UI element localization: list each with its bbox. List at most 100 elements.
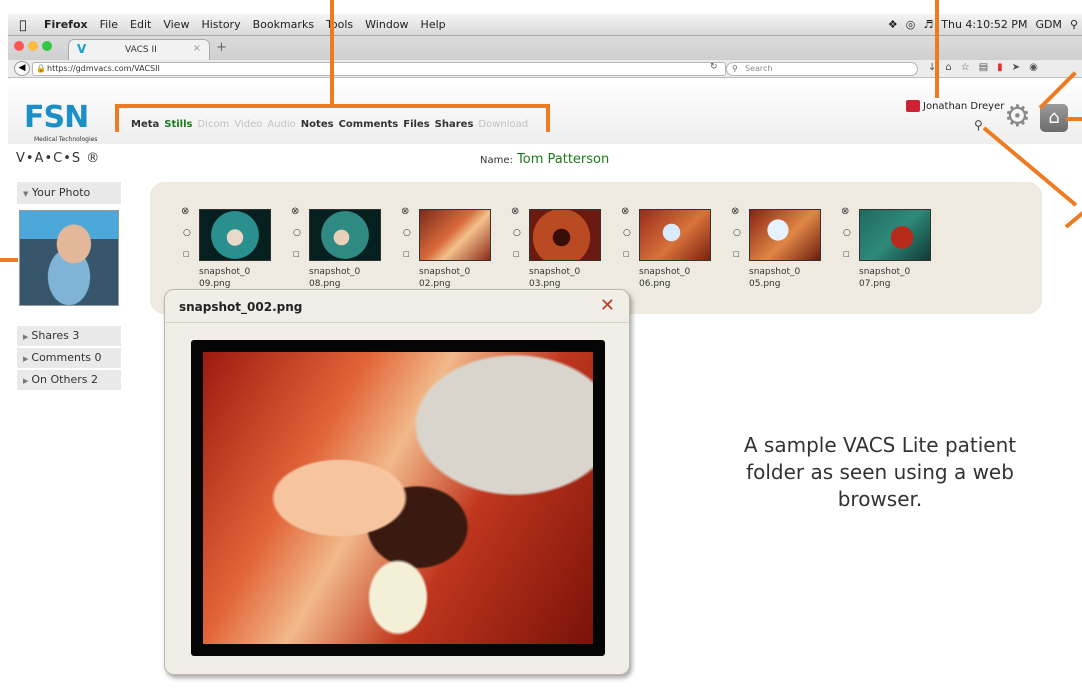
wifi-icon[interactable]: ◎ <box>906 18 916 31</box>
reload-icon[interactable]: ↻ <box>710 62 718 72</box>
select-radio-icon[interactable]: ○ <box>843 228 851 238</box>
callout-line <box>1066 117 1082 121</box>
delete-icon[interactable]: ⊗ <box>731 206 739 217</box>
bookmarks-icon[interactable]: ▤ <box>979 62 988 73</box>
thumbnail-image[interactable] <box>639 209 711 261</box>
menubar-user[interactable]: GDM <box>1035 18 1062 31</box>
delete-icon[interactable]: ⊗ <box>511 206 519 217</box>
minimize-window-icon[interactable] <box>28 41 38 51</box>
menu-help[interactable]: Help <box>415 18 452 31</box>
delete-icon[interactable]: ⊗ <box>181 206 189 217</box>
select-radio-icon[interactable]: ○ <box>293 228 301 238</box>
delete-icon[interactable]: ⊗ <box>621 206 629 217</box>
select-radio-icon[interactable]: ○ <box>623 228 631 238</box>
new-tab-icon[interactable]: + <box>216 40 227 55</box>
send-icon[interactable]: ➤ <box>1012 62 1020 73</box>
chevron-right-icon: ▶ <box>23 355 29 363</box>
menu-app[interactable]: Firefox <box>38 18 94 31</box>
select-checkbox-icon[interactable]: □ <box>403 250 410 258</box>
thumbnail-image[interactable] <box>749 209 821 261</box>
tab-meta[interactable]: Meta <box>131 119 159 137</box>
thumbnail-image[interactable] <box>309 209 381 261</box>
clock[interactable]: Thu 4:10:52 PM <box>941 18 1027 31</box>
close-tab-icon[interactable]: × <box>193 43 201 54</box>
select-checkbox-icon[interactable]: □ <box>513 250 520 258</box>
apple-icon[interactable]:  <box>8 18 38 32</box>
toolbar-icons: ↓ ⌂ ☆ ▤ ▮ ➤ ◉ <box>928 62 1038 73</box>
pocket-icon[interactable]: ▮ <box>997 62 1003 73</box>
sidebar-item-on-others[interactable]: ▶ On Others 2 <box>17 370 121 390</box>
menu-window[interactable]: Window <box>359 18 414 31</box>
close-window-icon[interactable] <box>14 41 24 51</box>
user-area[interactable]: Jonathan Dreyer <box>906 100 1004 112</box>
home-icon[interactable]: ⌂ <box>1040 104 1068 132</box>
select-checkbox-icon[interactable]: □ <box>843 250 850 258</box>
thumbnail-image[interactable] <box>529 209 601 261</box>
thumbnail[interactable]: ⊗ ○ □ snapshot_0 03.png <box>511 206 611 289</box>
menu-tools[interactable]: Tools <box>320 18 359 31</box>
zoom-window-icon[interactable] <box>42 41 52 51</box>
menu-bookmarks[interactable]: Bookmarks <box>247 18 320 31</box>
callout-line <box>935 0 939 98</box>
menu-edit[interactable]: Edit <box>124 18 157 31</box>
star-icon[interactable]: ☆ <box>961 62 970 73</box>
tab-comments[interactable]: Comments <box>339 119 399 137</box>
preview-image <box>203 352 593 644</box>
thumbnail-name: snapshot_0 09.png <box>199 267 251 289</box>
delete-icon[interactable]: ⊗ <box>401 206 409 217</box>
thumbnail-image[interactable] <box>199 209 271 261</box>
delete-icon[interactable]: ⊗ <box>291 206 299 217</box>
your-photo-header[interactable]: ▼ Your Photo <box>17 182 121 204</box>
select-checkbox-icon[interactable]: □ <box>733 250 740 258</box>
preview-image-frame <box>191 340 605 656</box>
app-tabs: Meta Stills Dicom Video Audio Notes Comm… <box>131 119 528 137</box>
thumbnail[interactable]: ⊗ ○ □ snapshot_0 09.png <box>181 206 281 289</box>
volume-icon[interactable]: ♬ <box>923 18 933 31</box>
delete-icon[interactable]: ⊗ <box>841 206 849 217</box>
vacs-favicon-icon: V <box>77 42 87 56</box>
menu-history[interactable]: History <box>195 18 246 31</box>
screenshot-frame:  Firefox File Edit View History Bookmar… <box>0 0 1082 690</box>
sidebar-item-comments[interactable]: ▶ Comments 0 <box>17 348 121 368</box>
user-name: Jonathan Dreyer <box>923 101 1005 112</box>
select-checkbox-icon[interactable]: □ <box>623 250 630 258</box>
browser-tab[interactable]: V VACS II × <box>68 39 210 60</box>
menu-file[interactable]: File <box>94 18 124 31</box>
sidebar-item-shares[interactable]: ▶ Shares 3 <box>17 326 121 346</box>
tab-files[interactable]: Files <box>403 119 429 137</box>
chat-icon[interactable]: ◉ <box>1029 62 1038 73</box>
back-arrow-icon[interactable]: ◀ <box>14 61 30 76</box>
select-radio-icon[interactable]: ○ <box>183 228 191 238</box>
thumbnail[interactable]: ⊗ ○ □ snapshot_0 05.png <box>731 206 831 289</box>
patient-name-value: Tom Patterson <box>517 152 610 167</box>
menu-view[interactable]: View <box>157 18 195 31</box>
spotlight-icon[interactable]: ⚲ <box>1070 18 1078 31</box>
thumbnail[interactable]: ⊗ ○ □ snapshot_0 08.png <box>291 206 391 289</box>
sidebar-item-label: Shares 3 <box>31 329 80 342</box>
select-checkbox-icon[interactable]: □ <box>183 250 190 258</box>
tab-download: Download <box>478 119 529 130</box>
browser-tabstrip: V VACS II × + <box>8 36 1082 60</box>
thumbnail-image[interactable] <box>419 209 491 261</box>
select-radio-icon[interactable]: ○ <box>733 228 741 238</box>
tab-notes[interactable]: Notes <box>301 119 334 137</box>
dropbox-icon[interactable]: ❖ <box>888 18 898 31</box>
browser-search-input[interactable]: ⚲ Search <box>726 62 918 76</box>
home-toolbar-icon[interactable]: ⌂ <box>945 62 951 73</box>
gear-icon[interactable]: ⚙ <box>1004 102 1031 132</box>
tab-title: VACS II <box>125 45 157 55</box>
select-radio-icon[interactable]: ○ <box>403 228 411 238</box>
thumbnail-image[interactable] <box>859 209 931 261</box>
thumbnail[interactable]: ⊗ ○ □ snapshot_0 02.png <box>401 206 501 289</box>
select-checkbox-icon[interactable]: □ <box>293 250 300 258</box>
caption-text: A sample VACS Lite patient folder as see… <box>743 433 1017 511</box>
close-icon[interactable]: ✕ <box>600 295 615 316</box>
thumbnail[interactable]: ⊗ ○ □ snapshot_0 06.png <box>621 206 721 289</box>
thumbnail[interactable]: ⊗ ○ □ snapshot_0 07.png <box>841 206 941 289</box>
chevron-right-icon: ▶ <box>23 377 29 385</box>
tab-stills[interactable]: Stills <box>164 119 192 137</box>
select-radio-icon[interactable]: ○ <box>513 228 521 238</box>
tab-shares[interactable]: Shares <box>435 119 474 137</box>
magnifier-icon[interactable]: ⚲ <box>974 118 983 132</box>
url-bar[interactable]: 🔒 https://gdmvacs.com/VACSII <box>32 62 726 76</box>
